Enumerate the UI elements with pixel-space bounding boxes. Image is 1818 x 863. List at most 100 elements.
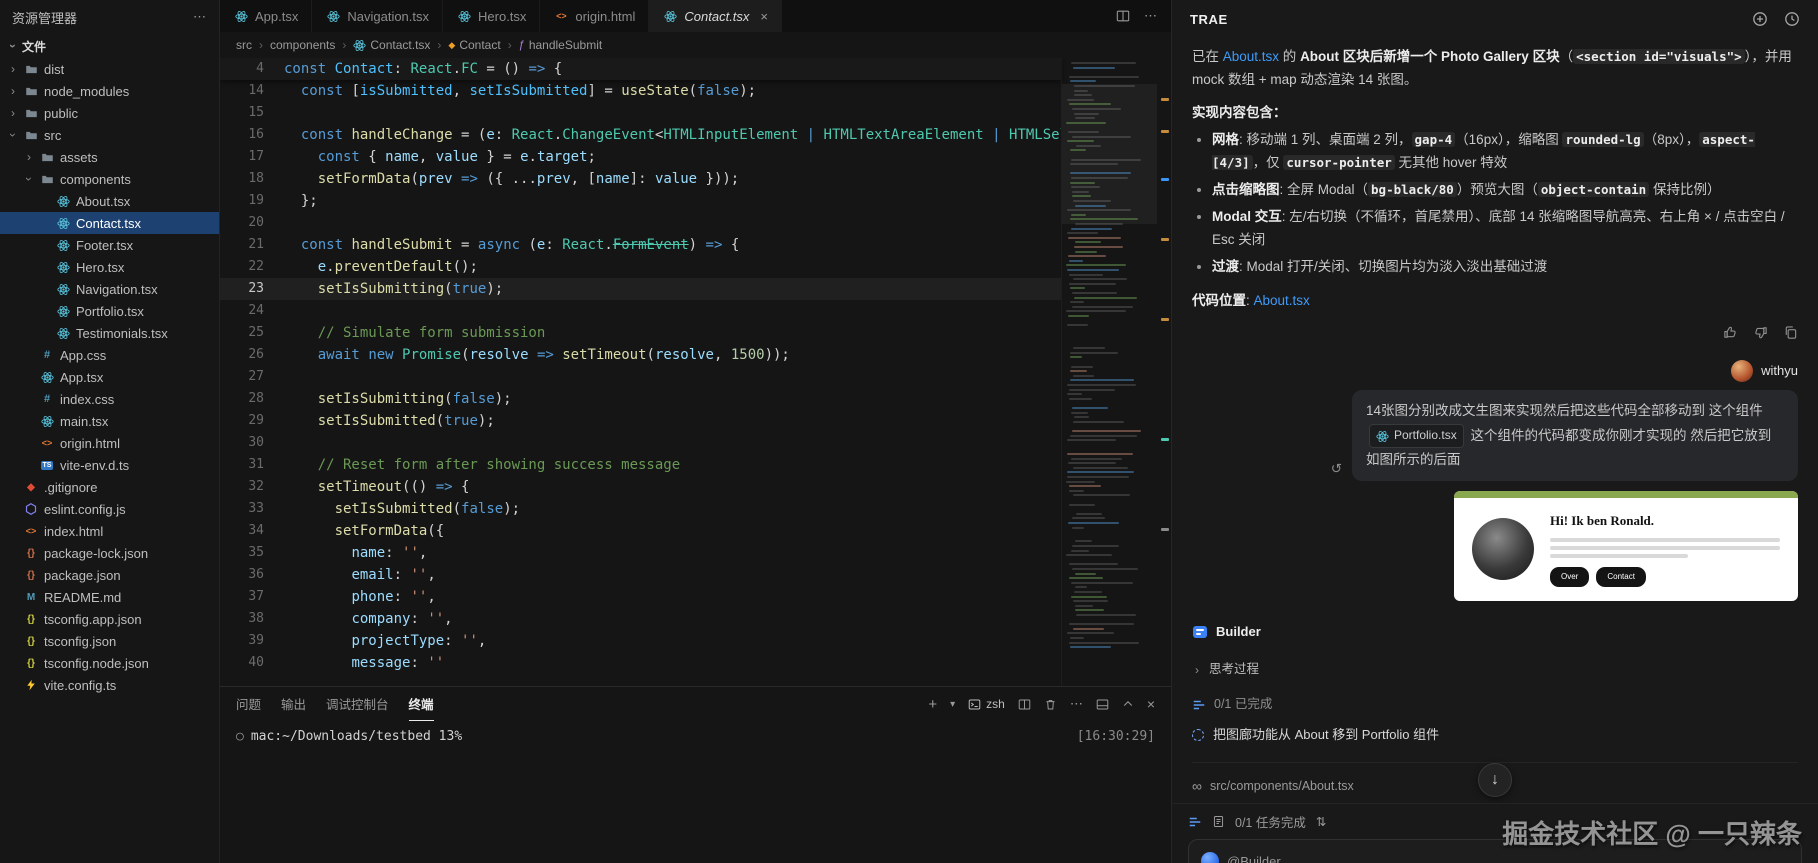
breadcrumb-item-Contact.tsx[interactable]: Contact.tsx — [353, 38, 430, 52]
tree-item-tsconfig.json[interactable]: {}tsconfig.json — [0, 630, 219, 652]
terminal-tab-输出[interactable]: 输出 — [281, 687, 306, 721]
new-terminal-icon[interactable]: + — [928, 696, 937, 713]
code-line-33: 33 setIsSubmitted(false); — [220, 498, 1061, 520]
tree-item-App.css[interactable]: #App.css — [0, 344, 219, 366]
minimap-line — [1072, 430, 1141, 432]
tool-file-path: src/components/About.tsx — [1210, 776, 1354, 797]
tree-item-index.css[interactable]: #index.css — [0, 388, 219, 410]
more-icon[interactable]: ⋯ — [1070, 696, 1083, 712]
tree-item-node_modules[interactable]: ›node_modules — [0, 80, 219, 102]
tree-item-tsconfig.node.json[interactable]: {}tsconfig.node.json — [0, 652, 219, 674]
tree-item-dist[interactable]: ›dist — [0, 58, 219, 80]
tree-item-origin.html[interactable]: <>origin.html — [0, 432, 219, 454]
shell-badge[interactable]: zsh — [968, 697, 1005, 711]
npm-icon: {} — [23, 548, 39, 559]
new-chat-icon[interactable] — [1752, 11, 1768, 27]
feature-bullet: 点击缩略图: 全屏 Modal（bg-black/80）预览大图（object-… — [1212, 179, 1798, 202]
tab-Navigation.tsx[interactable]: Navigation.tsx — [312, 0, 443, 32]
maximize-panel-icon[interactable] — [1122, 698, 1134, 710]
panel-layout-icon[interactable] — [1096, 698, 1109, 711]
sort-icon[interactable]: ⇅ — [1316, 814, 1326, 829]
tab-Hero.tsx[interactable]: Hero.tsx — [443, 0, 540, 32]
terminal-toolbar: + ▾ zsh ⋯ × — [928, 696, 1155, 713]
files-section-header[interactable]: › 文件 — [0, 34, 219, 58]
attachment-image[interactable]: Hi! Ik ben Ronald. OverContact — [1454, 491, 1798, 601]
scroll-to-bottom-button[interactable]: ↓ — [1478, 763, 1512, 797]
minimap[interactable] — [1061, 58, 1157, 686]
explorer-more-icon[interactable]: ⋯ — [193, 9, 207, 25]
tree-item-vite-env.d.ts[interactable]: TSvite-env.d.ts — [0, 454, 219, 476]
site-hero: Hi! Ik ben Ronald. OverContact — [1454, 498, 1798, 601]
tree-item-Contact.tsx[interactable]: Contact.tsx — [0, 212, 219, 234]
composer-input[interactable]: @Builder — [1188, 839, 1802, 863]
inline-code: rounded-lg — [1562, 132, 1643, 147]
feature-bullet: 网格: 移动端 1 列、桌面端 2 列，gap-4（16px），缩略图 roun… — [1212, 129, 1798, 175]
close-panel-icon[interactable]: × — [1147, 696, 1155, 712]
tree-item-package-lock.json[interactable]: {}package-lock.json — [0, 542, 219, 564]
code-line-21: 21 const handleSubmit = async (e: React.… — [220, 234, 1061, 256]
tree-item-package.json[interactable]: {}package.json — [0, 564, 219, 586]
line-content: setIsSubmitted(true); — [284, 410, 1061, 432]
breadcrumb-item-Contact[interactable]: ◆Contact — [448, 38, 500, 52]
tree-item-Navigation.tsx[interactable]: Navigation.tsx — [0, 278, 219, 300]
terminal-tab-终端[interactable]: 终端 — [409, 687, 434, 721]
task-label: 把图廊功能从 About 移到 Portfolio 组件 — [1213, 724, 1439, 746]
tree-item-tsconfig.app.json[interactable]: {}tsconfig.app.json — [0, 608, 219, 630]
kill-terminal-icon[interactable] — [1044, 698, 1057, 711]
terminal-body[interactable]: ○mac:~/Downloads/testbed 13% [16:30:29] — [220, 721, 1171, 863]
tree-item-Footer.tsx[interactable]: Footer.tsx — [0, 234, 219, 256]
chat-area[interactable]: 已在 About.tsx 的 About 区块后新增一个 Photo Galle… — [1172, 38, 1818, 803]
breadcrumb-item-handleSubmit[interactable]: ƒhandleSubmit — [519, 38, 603, 52]
tab-App.tsx[interactable]: App.tsx — [220, 0, 312, 32]
tree-item-components[interactable]: ›components — [0, 168, 219, 190]
thumbs-down-icon[interactable] — [1753, 325, 1768, 340]
breadcrumb-item-src[interactable]: src — [236, 38, 252, 52]
file-label: dist — [44, 62, 64, 77]
file-chip-Portfolio.tsx[interactable]: Portfolio.tsx — [1369, 424, 1464, 448]
tree-item-README.md[interactable]: MREADME.md — [0, 586, 219, 608]
tree-item-main.tsx[interactable]: main.tsx — [0, 410, 219, 432]
line-number: 21 — [220, 234, 284, 256]
file-label: assets — [60, 150, 98, 165]
document-icon[interactable] — [1212, 815, 1225, 828]
close-tab-icon[interactable]: × — [760, 9, 768, 24]
tree-item-public[interactable]: ›public — [0, 102, 219, 124]
tree-item-assets[interactable]: ›assets — [0, 146, 219, 168]
tree-item-src[interactable]: ›src — [0, 124, 219, 146]
minimap-line — [1067, 269, 1120, 271]
split-terminal-icon[interactable] — [1018, 698, 1031, 711]
feature-bullets: 网格: 移动端 1 列、桌面端 2 列，gap-4（16px），缩略图 roun… — [1192, 129, 1798, 279]
site-button-Contact[interactable]: Contact — [1596, 567, 1646, 587]
tree-item-Portfolio.tsx[interactable]: Portfolio.tsx — [0, 300, 219, 322]
tree-item-Testimonials.tsx[interactable]: Testimonials.tsx — [0, 322, 219, 344]
task-item[interactable]: 把图廊功能从 About 移到 Portfolio 组件 — [1192, 724, 1798, 746]
undo-icon[interactable]: ↺ — [1331, 458, 1342, 481]
profile-dropdown-icon[interactable]: ▾ — [950, 699, 955, 710]
history-icon[interactable] — [1784, 11, 1800, 27]
tree-item-eslint.config.js[interactable]: eslint.config.js — [0, 498, 219, 520]
tab-origin.html[interactable]: <>origin.html — [540, 0, 649, 32]
site-button-Over[interactable]: Over — [1550, 567, 1589, 587]
code-editor[interactable]: 4const Contact: React.FC = () => { 14 co… — [220, 58, 1171, 686]
tab-Contact.tsx[interactable]: Contact.tsx× — [649, 0, 782, 32]
tree-item-About.tsx[interactable]: About.tsx — [0, 190, 219, 212]
tree-item-App.tsx[interactable]: App.tsx — [0, 366, 219, 388]
tree-item-index.html[interactable]: <>index.html — [0, 520, 219, 542]
code-line-32: 32 setTimeout(() => { — [220, 476, 1061, 498]
checklist-blue-icon[interactable] — [1188, 815, 1202, 829]
tree-item-Hero.tsx[interactable]: Hero.tsx — [0, 256, 219, 278]
tree-item-vite.config.ts[interactable]: vite.config.ts — [0, 674, 219, 696]
more-actions-icon[interactable]: ⋯ — [1144, 8, 1157, 24]
file-link[interactable]: About.tsx — [1254, 293, 1310, 308]
breadcrumb-item-components[interactable]: components — [270, 38, 335, 52]
terminal-tab-调试控制台[interactable]: 调试控制台 — [326, 687, 389, 721]
thinking-toggle[interactable]: › 思考过程 — [1192, 659, 1798, 680]
terminal-tab-问题[interactable]: 问题 — [236, 687, 261, 721]
tree-item-.gitignore[interactable]: ◆.gitignore — [0, 476, 219, 498]
minimap-line — [1073, 421, 1123, 423]
thumbs-up-icon[interactable] — [1723, 325, 1738, 340]
react-icon — [1376, 430, 1389, 443]
copy-icon[interactable] — [1783, 325, 1798, 340]
file-link[interactable]: About.tsx — [1223, 49, 1279, 64]
split-editor-icon[interactable] — [1116, 9, 1130, 23]
